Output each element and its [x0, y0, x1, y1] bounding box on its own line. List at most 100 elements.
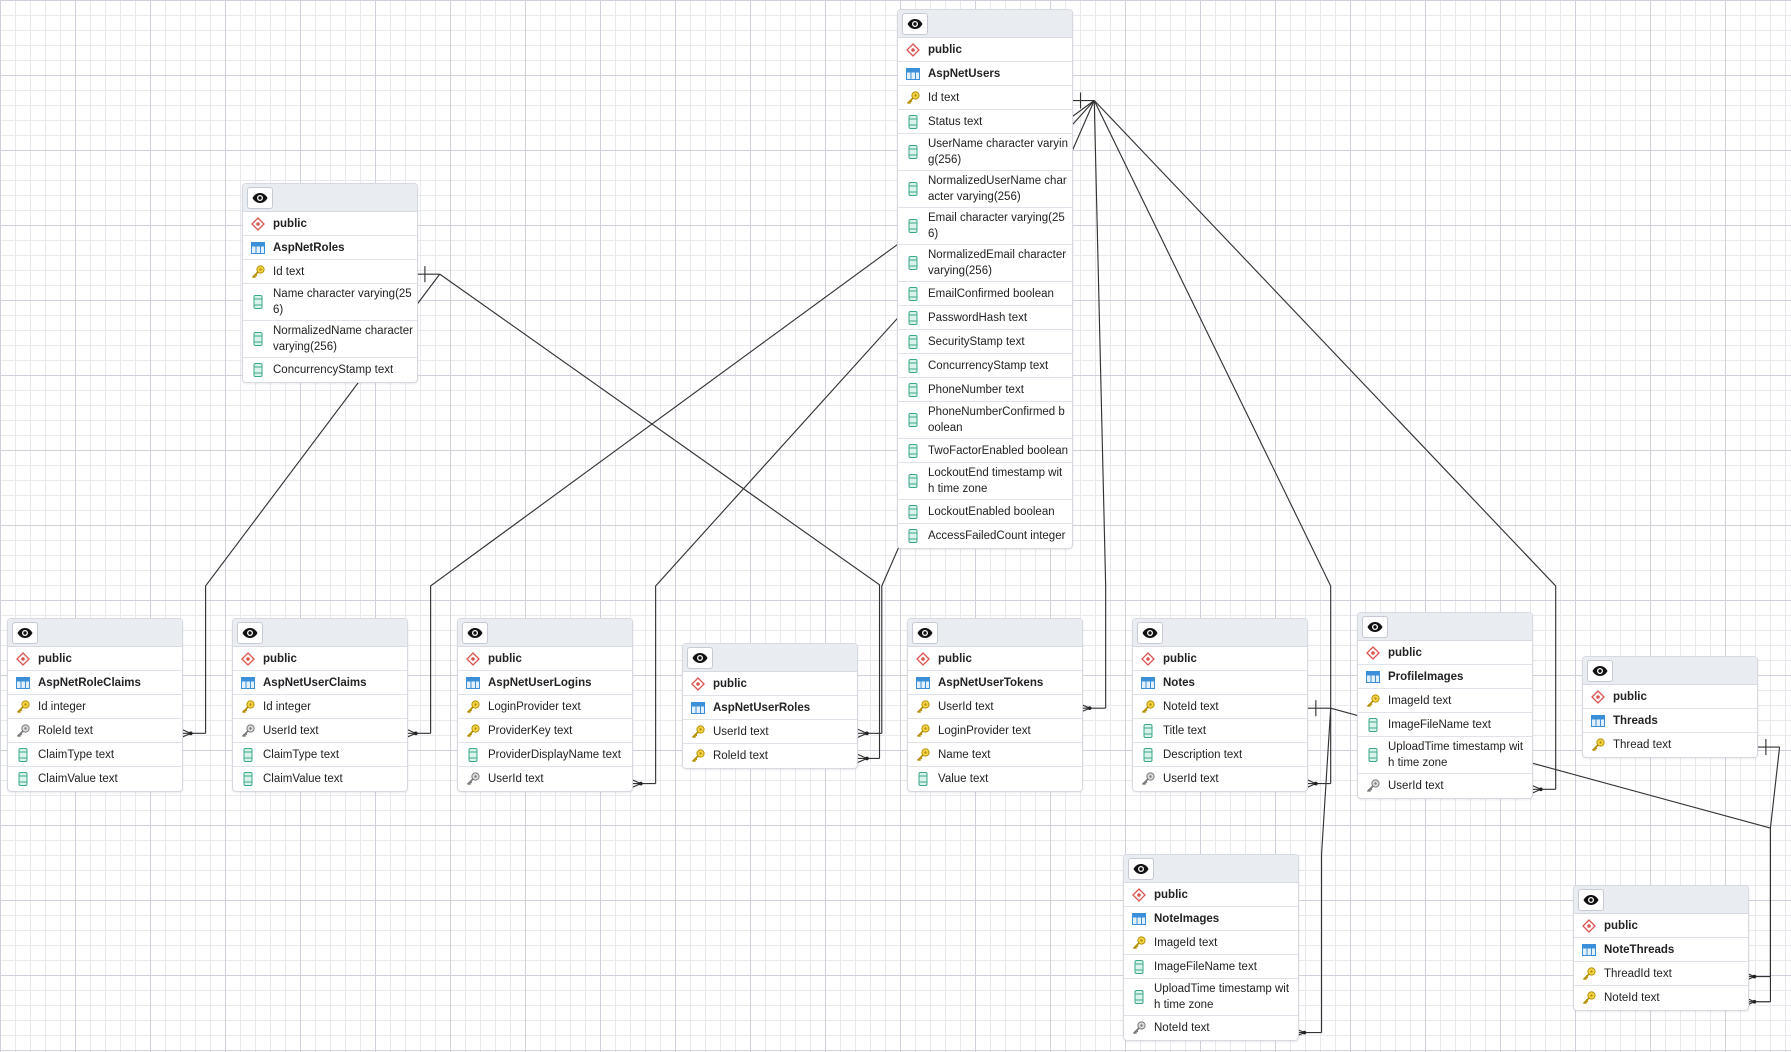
column-row[interactable]: UserId text: [1133, 767, 1307, 791]
column-row[interactable]: PasswordHash text: [898, 306, 1072, 330]
column-row[interactable]: ClaimValue text: [233, 767, 407, 791]
column-row[interactable]: LockoutEnabled boolean: [898, 500, 1072, 524]
table-aspnetuserlogins[interactable]: public AspNetUserLogins LoginProvider text…: [457, 618, 633, 792]
table-header[interactable]: [683, 644, 857, 672]
column-row[interactable]: UserId text: [683, 720, 857, 744]
column-row[interactable]: UserId text: [908, 695, 1082, 719]
column-row[interactable]: PhoneNumber text: [898, 378, 1072, 402]
column-icon: [906, 334, 920, 349]
column-row[interactable]: ThreadId text: [1574, 962, 1748, 986]
column-row[interactable]: LoginProvider text: [908, 719, 1082, 743]
column-row[interactable]: Title text: [1133, 719, 1307, 743]
table-header[interactable]: [1574, 886, 1748, 914]
table-aspnetroleclaims[interactable]: public AspNetRoleClaims Id integer RoleId t…: [7, 618, 183, 792]
column-row[interactable]: UploadTime timestamp with time zone: [1124, 979, 1298, 1016]
column-row[interactable]: NormalizedUserName character varying(256…: [898, 171, 1072, 208]
column-row[interactable]: ClaimValue text: [8, 767, 182, 791]
column-row[interactable]: AccessFailedCount integer: [898, 524, 1072, 548]
eye-icon[interactable]: [902, 13, 928, 35]
column-row[interactable]: Thread text: [1583, 733, 1757, 757]
relationship-line[interactable]: [1769, 746, 1781, 977]
table-header[interactable]: [458, 619, 632, 647]
column-row[interactable]: ImageFileName text: [1358, 713, 1532, 737]
column-row[interactable]: Id text: [243, 260, 417, 284]
column-row[interactable]: PhoneNumberConfirmed boolean: [898, 402, 1072, 439]
column-row[interactable]: Name text: [908, 743, 1082, 767]
column-row[interactable]: Id integer: [233, 695, 407, 719]
column-row[interactable]: NoteId text: [1124, 1016, 1298, 1040]
table-aspnetuserclaims[interactable]: public AspNetUserClaims Id integer UserId t…: [232, 618, 408, 792]
table-header[interactable]: [908, 619, 1082, 647]
column-row[interactable]: Status text: [898, 110, 1072, 134]
table-profileimages[interactable]: public ProfileImages ImageId text ImageFile…: [1357, 612, 1533, 799]
column-row[interactable]: RoleId text: [8, 719, 182, 743]
eye-icon[interactable]: [1578, 889, 1604, 911]
column-row[interactable]: Name character varying(256): [243, 284, 417, 321]
column-row[interactable]: Description text: [1133, 743, 1307, 767]
column-row[interactable]: Id text: [898, 86, 1072, 110]
table-aspnetusertokens[interactable]: public AspNetUserTokens UserId text LoginPr…: [907, 618, 1083, 792]
eye-icon[interactable]: [462, 622, 488, 644]
column-row[interactable]: UserId text: [233, 719, 407, 743]
table-header[interactable]: [243, 184, 417, 212]
table-header[interactable]: [1358, 613, 1532, 641]
column-row[interactable]: UploadTime timestamp with time zone: [1358, 737, 1532, 774]
table-noteimages[interactable]: public NoteImages ImageId text ImageFileNam…: [1123, 854, 1299, 1041]
column-row[interactable]: UserId text: [458, 767, 632, 791]
table-notes[interactable]: public Notes NoteId text Title text Descript…: [1132, 618, 1308, 792]
eye-icon[interactable]: [247, 187, 273, 209]
column-label: UploadTime timestamp with time zone: [1154, 983, 1290, 1011]
column-row[interactable]: NoteId text: [1133, 695, 1307, 719]
crow-foot-dot: [188, 731, 193, 736]
column-row[interactable]: NormalizedName character varying(256): [243, 321, 417, 358]
column-icon: [906, 256, 920, 270]
column-row[interactable]: Email character varying(256): [898, 208, 1072, 245]
column-icon: [906, 504, 920, 519]
column-row[interactable]: ImageId text: [1358, 689, 1532, 713]
column-row[interactable]: ProviderKey text: [458, 719, 632, 743]
table-header[interactable]: [1583, 657, 1757, 685]
column-row[interactable]: ConcurrencyStamp text: [898, 354, 1072, 378]
column-row[interactable]: EmailConfirmed boolean: [898, 282, 1072, 306]
column-row[interactable]: TwoFactorEnabled boolean: [898, 439, 1072, 463]
eye-icon[interactable]: [1137, 622, 1163, 644]
eye-icon[interactable]: [1128, 858, 1154, 880]
column-row[interactable]: NoteId text: [1574, 986, 1748, 1010]
column-row[interactable]: UserName character varying(256): [898, 134, 1072, 171]
column-row[interactable]: SecurityStamp text: [898, 330, 1072, 354]
table-header[interactable]: [233, 619, 407, 647]
table-header[interactable]: [8, 619, 182, 647]
column-row[interactable]: NormalizedEmail character varying(256): [898, 245, 1072, 282]
column-label: AccessFailedCount integer: [928, 530, 1066, 542]
table-notethreads[interactable]: public NoteThreads ThreadId text NoteId tex…: [1573, 885, 1749, 1011]
eye-icon[interactable]: [687, 647, 713, 669]
table-header[interactable]: [1124, 855, 1298, 883]
eye-icon[interactable]: [1587, 660, 1613, 682]
eye-icon[interactable]: [12, 622, 38, 644]
column-row[interactable]: ProviderDisplayName text: [458, 743, 632, 767]
column-row[interactable]: Value text: [908, 767, 1082, 791]
column-row[interactable]: UserId text: [1358, 774, 1532, 798]
table-aspnetuserroles[interactable]: public AspNetUserRoles UserId text RoleId t…: [682, 643, 858, 769]
column-row[interactable]: LoginProvider text: [458, 695, 632, 719]
column-row[interactable]: ImageId text: [1124, 931, 1298, 955]
column-row[interactable]: ConcurrencyStamp text: [243, 358, 417, 382]
column-row[interactable]: RoleId text: [683, 744, 857, 768]
table-header[interactable]: [1133, 619, 1307, 647]
column-row[interactable]: Id integer: [8, 695, 182, 719]
eye-icon[interactable]: [912, 622, 938, 644]
eye-icon[interactable]: [237, 622, 263, 644]
column-row[interactable]: ClaimType text: [8, 743, 182, 767]
table-threads[interactable]: public Threads Thread text: [1582, 656, 1758, 758]
table-header[interactable]: [898, 10, 1072, 38]
eye-icon[interactable]: [1362, 616, 1388, 638]
table-aspnetusers[interactable]: public AspNetUsers Id text Status text UserN…: [897, 9, 1073, 549]
column-row[interactable]: LockoutEnd timestamp with time zone: [898, 463, 1072, 500]
column-row[interactable]: ImageFileName text: [1124, 955, 1298, 979]
relationship-line[interactable]: [1093, 100, 1107, 709]
schema-row: public: [898, 38, 1072, 62]
relationship-line[interactable]: [1320, 708, 1332, 1033]
column-row[interactable]: ClaimType text: [233, 743, 407, 767]
primary-key-icon: [1582, 991, 1596, 1005]
table-aspnetroles[interactable]: public AspNetRoles Id text Name character v…: [242, 183, 418, 383]
